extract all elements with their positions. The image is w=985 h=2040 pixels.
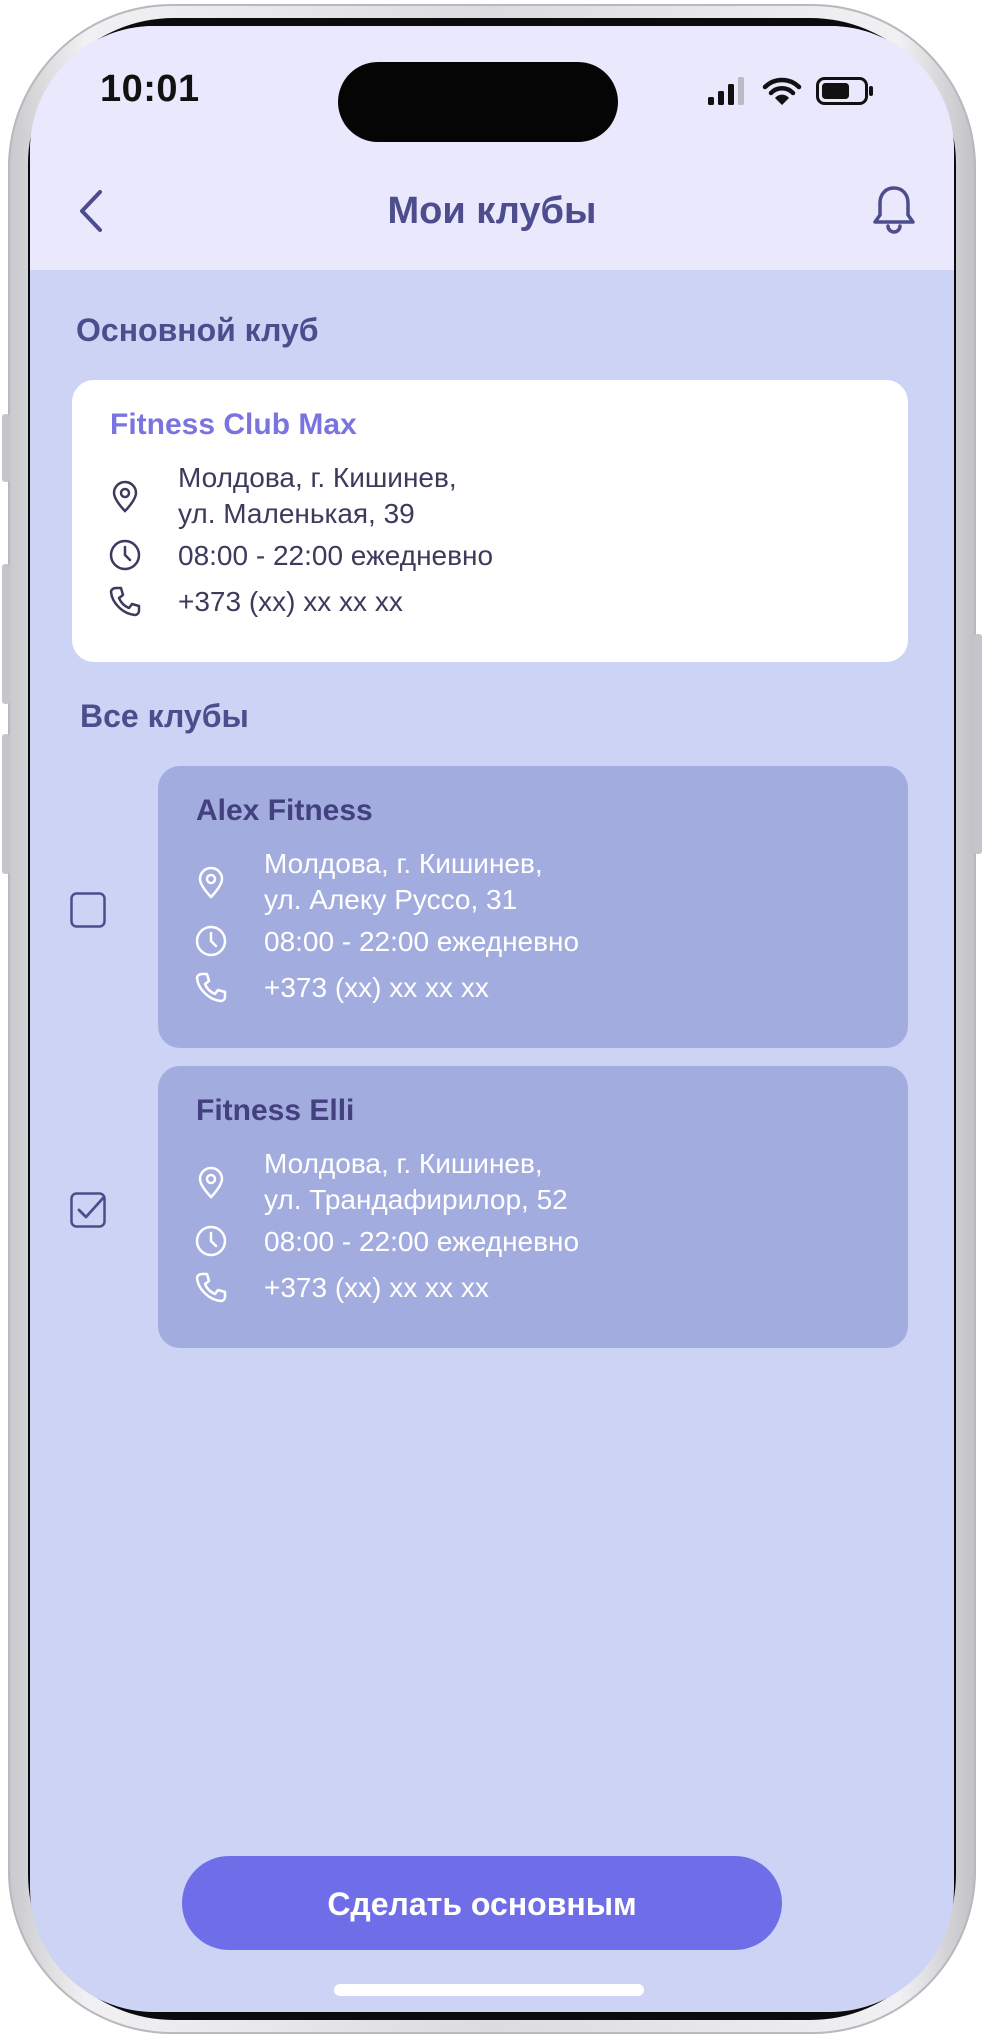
- main-club-hours: 08:00 - 22:00 ежедневно: [178, 540, 494, 571]
- section-title-main-club: Основной клуб: [76, 312, 319, 348]
- club-phone-row: +373 (xx) xx xx xx: [194, 1270, 489, 1306]
- main-club-hours-row: 08:00 - 22:00 ежедневно: [108, 538, 493, 574]
- screen: 10:01 Мои клубы Основной клуб Fitness Cl…: [30, 26, 954, 2012]
- address-line-2: ул. Алеку Руссо, 31: [264, 884, 518, 915]
- address-line-1: Молдова, г. Кишинев,: [178, 462, 457, 493]
- club-hours-row: 08:00 - 22:00 ежедневно: [194, 924, 579, 960]
- wifi-icon: [762, 77, 802, 105]
- header-bar: 10:01 Мои клубы: [30, 26, 954, 270]
- clock-icon: [195, 925, 227, 957]
- address-line-2: ул. Маленькая, 39: [178, 498, 415, 529]
- main-club-card: Fitness Club Max Молдова, г. Кишинев, ул…: [72, 380, 908, 662]
- volume-up-button: [2, 564, 10, 704]
- club-hours: 08:00 - 22:00 ежедневно: [264, 1226, 580, 1257]
- volume-down-button: [2, 734, 10, 874]
- club-address-row: Молдова, г. Кишинев, ул. Алеку Руссо, 31: [194, 846, 543, 918]
- club-hours: 08:00 - 22:00 ежедневно: [264, 926, 580, 957]
- silent-switch: [2, 414, 10, 482]
- main-club-phone: +373 (xx) xx xx xx: [178, 586, 403, 617]
- main-club-address: Молдова, г. Кишинев, ул. Маленькая, 39: [178, 460, 457, 532]
- clock-icon: [109, 539, 141, 571]
- club-address: Молдова, г. Кишинев, ул. Трандафирилор, …: [264, 1146, 568, 1218]
- location-pin-icon: [198, 1166, 224, 1199]
- club-name: Fitness Elli: [196, 1094, 355, 1127]
- status-icons: [708, 76, 874, 106]
- clock-icon: [195, 1225, 227, 1257]
- battery-icon: [816, 77, 873, 105]
- club-hours-row: 08:00 - 22:00 ежедневно: [194, 1224, 579, 1260]
- checkbox-alex-fitness[interactable]: [70, 892, 106, 928]
- address-line-1: Молдова, г. Кишинев,: [264, 1148, 543, 1179]
- dynamic-island: [338, 62, 618, 142]
- address-line-2: ул. Трандафирилор, 52: [264, 1184, 568, 1215]
- main-club-address-row: Молдова, г. Кишинев, ул. Маленькая, 39: [108, 460, 457, 532]
- bell-icon[interactable]: [870, 184, 918, 236]
- club-phone: +373 (xx) xx xx xx: [264, 972, 489, 1003]
- location-pin-icon: [198, 866, 224, 899]
- club-card-fitness-elli[interactable]: Fitness Elli Молдова, г. Кишинев, ул. Тр…: [158, 1066, 908, 1348]
- power-button: [974, 634, 982, 854]
- phone-frame: 10:01 Мои клубы Основной клуб Fitness Cl…: [2, 4, 982, 2034]
- page-title: Мои клубы: [387, 190, 597, 232]
- main-club-phone-row: +373 (xx) xx xx xx: [108, 584, 403, 620]
- club-address-row: Молдова, г. Кишинев, ул. Трандафирилор, …: [194, 1146, 568, 1218]
- status-time: 10:01: [100, 68, 200, 110]
- cellular-signal-icon: [708, 77, 744, 105]
- checkbox-fitness-elli[interactable]: [70, 1192, 106, 1228]
- phone-icon: [195, 1272, 227, 1303]
- club-phone-row: +373 (xx) xx xx xx: [194, 970, 489, 1006]
- main-club-name: Fitness Club Max: [110, 408, 357, 441]
- section-title-all-clubs: Все клубы: [80, 698, 249, 734]
- phone-icon: [195, 972, 227, 1003]
- home-indicator[interactable]: [334, 1984, 644, 1996]
- club-name: Alex Fitness: [196, 794, 373, 827]
- club-phone: +373 (xx) xx xx xx: [264, 1272, 489, 1303]
- club-card-alex-fitness[interactable]: Alex Fitness Молдова, г. Кишинев, ул. Ал…: [158, 766, 908, 1048]
- club-address: Молдова, г. Кишинев, ул. Алеку Руссо, 31: [264, 846, 543, 918]
- phone-icon: [109, 586, 141, 617]
- make-primary-button[interactable]: Сделать основным: [182, 1856, 782, 1950]
- address-line-1: Молдова, г. Кишинев,: [264, 848, 543, 879]
- location-pin-icon: [112, 480, 138, 513]
